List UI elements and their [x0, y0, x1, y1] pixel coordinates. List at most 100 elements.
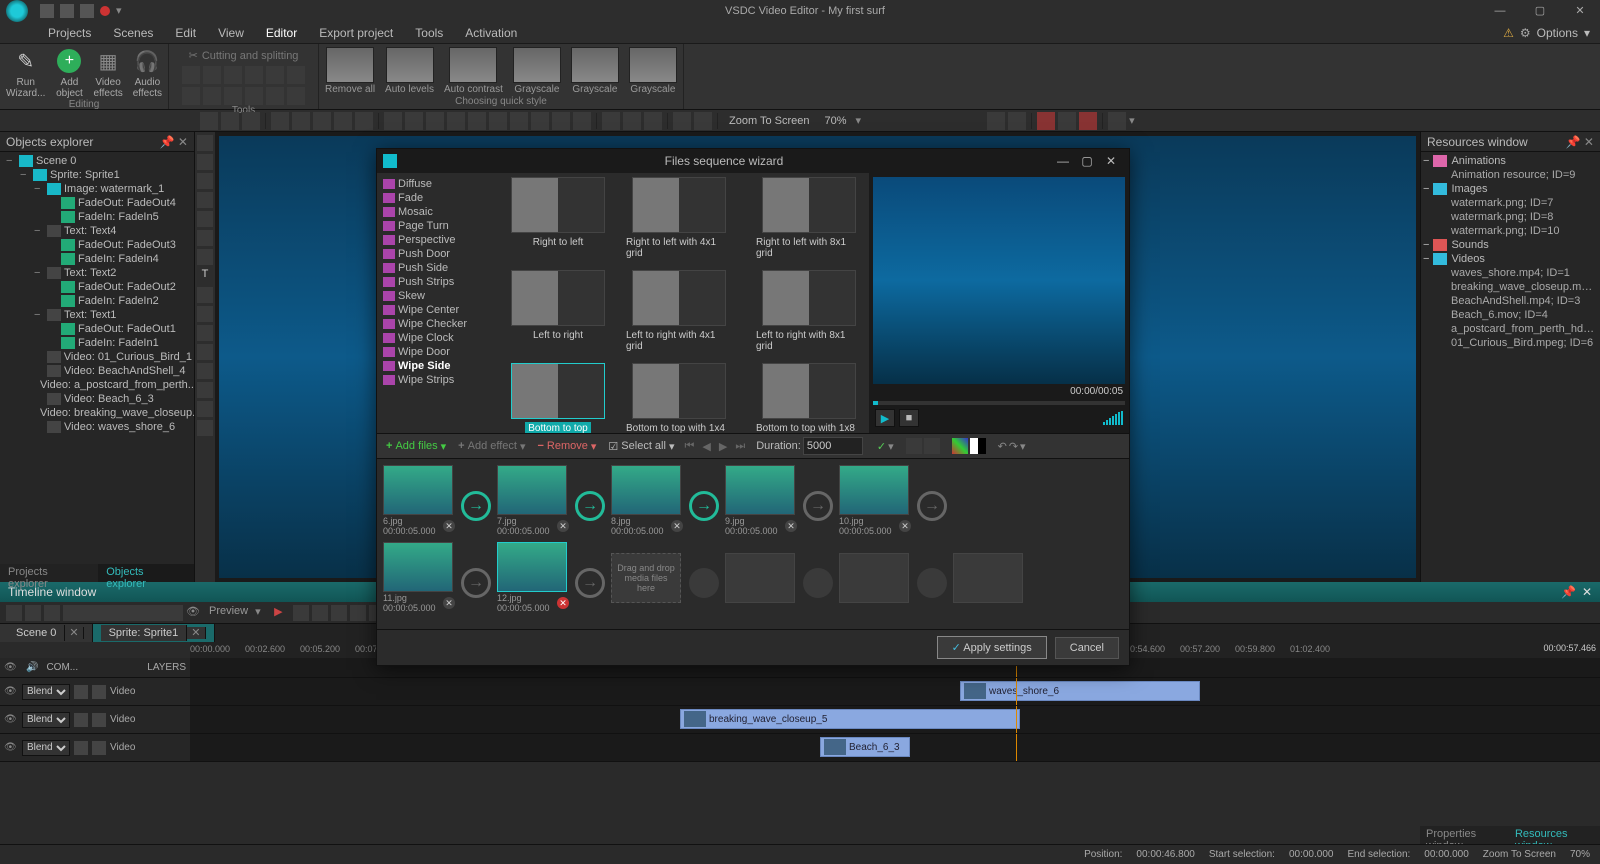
- timeline-clip[interactable]: waves_shore_6: [960, 681, 1200, 701]
- transition-item[interactable]: Wipe Clock: [379, 331, 505, 345]
- vtool-icon[interactable]: [197, 287, 213, 303]
- blend-mode-select[interactable]: Blend: [22, 684, 70, 700]
- tl-tool-icon[interactable]: [331, 605, 347, 621]
- tl-tool-icon[interactable]: [293, 605, 309, 621]
- quickstyle-item[interactable]: Grayscale: [513, 47, 561, 95]
- resource-category[interactable]: −Sounds: [1423, 238, 1598, 252]
- run-wizard-button[interactable]: ✎Run Wizard...: [6, 47, 45, 99]
- remove-file-icon[interactable]: ✕: [557, 520, 569, 532]
- vtool-icon[interactable]: [197, 154, 213, 170]
- quickstyle-item[interactable]: Auto levels: [385, 47, 434, 95]
- playhead[interactable]: [1016, 706, 1017, 733]
- tool-button[interactable]: [203, 66, 221, 84]
- tab-scene0[interactable]: Scene 0✕: [0, 624, 93, 642]
- tl-tool-icon[interactable]: [6, 605, 22, 621]
- menu-export[interactable]: Export project: [319, 26, 393, 40]
- vtool-icon[interactable]: [197, 135, 213, 151]
- vtool-icon[interactable]: [197, 173, 213, 189]
- remove-file-icon[interactable]: ✕: [443, 597, 455, 609]
- playhead[interactable]: [1016, 734, 1017, 761]
- transition-item[interactable]: Wipe Center: [379, 303, 505, 317]
- track-lane[interactable]: waves_shore_6: [190, 678, 1600, 705]
- empty-slot[interactable]: [839, 553, 909, 603]
- tool-button[interactable]: [245, 66, 263, 84]
- transition-preset[interactable]: Bottom to top with 1x8 grid: [753, 363, 865, 433]
- menu-projects[interactable]: Projects: [48, 26, 91, 40]
- speaker-icon[interactable]: 🔊: [26, 662, 38, 673]
- crop-icon[interactable]: [906, 438, 922, 454]
- play-icon[interactable]: ▶: [274, 605, 290, 621]
- tool-button[interactable]: [245, 87, 263, 105]
- add-object-button[interactable]: +Add object: [55, 47, 83, 99]
- tool-icon[interactable]: [531, 112, 549, 130]
- tool-icon[interactable]: [489, 112, 507, 130]
- tool-icon[interactable]: [644, 112, 662, 130]
- vtool-icon[interactable]: [197, 192, 213, 208]
- qat-dropdown-icon[interactable]: ▾: [116, 4, 130, 18]
- transition-item[interactable]: Push Door: [379, 247, 505, 261]
- qat-open-icon[interactable]: [60, 4, 74, 18]
- dialog-minimize-button[interactable]: —: [1051, 154, 1075, 168]
- menu-tools[interactable]: Tools: [415, 26, 443, 40]
- vtool-icon[interactable]: [197, 344, 213, 360]
- tree-node[interactable]: −Text: Text2: [2, 266, 192, 280]
- tree-node[interactable]: Video: Beach_6_3: [2, 392, 192, 406]
- file-thumb[interactable]: [839, 465, 909, 515]
- timeline-clip[interactable]: breaking_wave_closeup_5: [680, 709, 1020, 729]
- undo-icon[interactable]: ↶: [998, 440, 1007, 453]
- transition-item[interactable]: Skew: [379, 289, 505, 303]
- track-lane[interactable]: Beach_6_3: [190, 734, 1600, 761]
- tree-node[interactable]: −Text: Text1: [2, 308, 192, 322]
- maximize-button[interactable]: ▢: [1520, 0, 1560, 22]
- quickstyle-item[interactable]: Grayscale: [571, 47, 619, 95]
- resource-item[interactable]: watermark.png; ID=8: [1423, 210, 1598, 224]
- tool-icon[interactable]: [694, 112, 712, 130]
- tree-node[interactable]: −Sprite: Sprite1: [2, 168, 192, 182]
- tool-icon[interactable]: [1079, 112, 1097, 130]
- transition-preset[interactable]: Right to left: [511, 177, 605, 260]
- settings-gear-icon[interactable]: ⚙: [1520, 26, 1531, 40]
- tab-resources-window[interactable]: Resources window: [1509, 826, 1600, 844]
- vtool-icon[interactable]: [197, 363, 213, 379]
- blend-mode-select[interactable]: Blend: [22, 712, 70, 728]
- tl-tool-icon[interactable]: [350, 605, 366, 621]
- volume-indicator[interactable]: [1103, 411, 1123, 425]
- transition-item[interactable]: Fade: [379, 191, 505, 205]
- transition-preset[interactable]: Left to right with 8x1 grid: [753, 270, 865, 353]
- vtool-icon[interactable]: [197, 401, 213, 417]
- add-files-button[interactable]: +Add files ▾: [381, 438, 451, 455]
- tree-node[interactable]: −Scene 0: [2, 154, 192, 168]
- pin-icon[interactable]: 📌: [1561, 585, 1576, 599]
- cutting-splitting-label[interactable]: Cutting and splitting: [202, 50, 299, 62]
- chevron-down-icon[interactable]: ▾: [255, 605, 271, 621]
- transition-item[interactable]: Wipe Checker: [379, 317, 505, 331]
- tree-node[interactable]: Video: a_postcard_from_perth...: [2, 378, 192, 392]
- warning-icon[interactable]: ⚠: [1503, 26, 1514, 40]
- vtool-icon[interactable]: [197, 306, 213, 322]
- tree-node[interactable]: −Image: watermark_1: [2, 182, 192, 196]
- remove-file-icon[interactable]: ✕: [443, 520, 455, 532]
- tree-node[interactable]: FadeOut: FadeOut3: [2, 238, 192, 252]
- track-lane[interactable]: breaking_wave_closeup_5: [190, 706, 1600, 733]
- transition-arrow-icon[interactable]: →: [917, 491, 947, 521]
- resource-item[interactable]: Beach_6.mov; ID=4: [1423, 308, 1598, 322]
- tool-icon[interactable]: [1108, 112, 1126, 130]
- track-icon[interactable]: [92, 685, 106, 699]
- vtool-icon[interactable]: [197, 382, 213, 398]
- resource-category[interactable]: −Videos: [1423, 252, 1598, 266]
- apply-settings-button[interactable]: ✓ Apply settings: [937, 636, 1047, 659]
- transition-item[interactable]: Wipe Door: [379, 345, 505, 359]
- add-effect-button[interactable]: +Add effect ▾: [453, 438, 530, 455]
- chevron-down-icon[interactable]: ▾: [1129, 114, 1135, 127]
- tree-node[interactable]: Video: BeachAndShell_4: [2, 364, 192, 378]
- tree-node[interactable]: FadeOut: FadeOut1: [2, 322, 192, 336]
- pin-icon[interactable]: 📌 ✕: [160, 135, 188, 149]
- track-icon[interactable]: [92, 741, 106, 755]
- file-item[interactable]: 9.jpg00:00:05.000✕: [725, 465, 797, 536]
- tool-button[interactable]: [266, 66, 284, 84]
- preview-seekbar[interactable]: [873, 401, 1125, 405]
- transition-arrow-icon[interactable]: →: [803, 491, 833, 521]
- transition-arrow-icon[interactable]: →: [461, 491, 491, 521]
- transition-preset[interactable]: Bottom to top: [511, 363, 605, 433]
- empty-slot[interactable]: [953, 553, 1023, 603]
